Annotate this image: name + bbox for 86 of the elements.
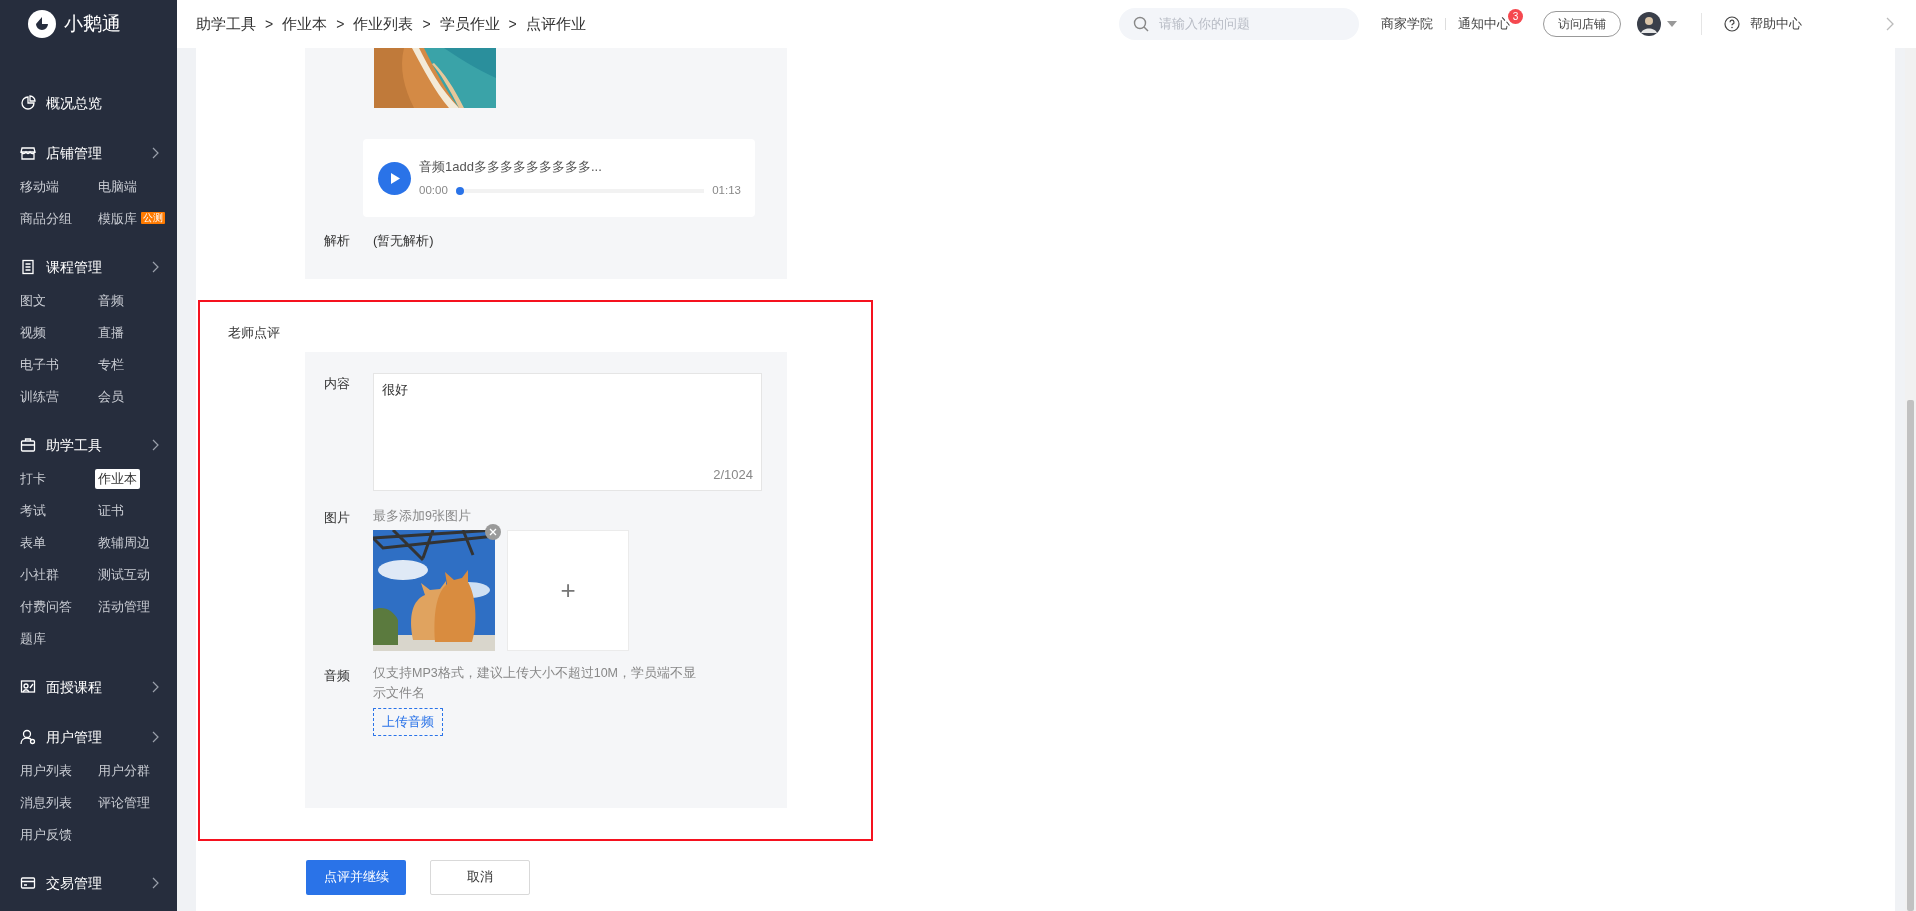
menu-item[interactable]: 教辅周边 [95,532,153,554]
submit-button[interactable]: 点评并继续 [306,859,406,895]
breadcrumb-link[interactable]: 作业列表 [353,12,414,36]
menu-item[interactable]: 用户分群 [95,760,153,782]
cancel-button[interactable]: 取消 [430,859,530,895]
menu-item[interactable]: 打卡 [17,468,49,490]
image-hint: 最多添加9张图片 [373,508,472,526]
menu-group[interactable]: 助学工具 [0,427,177,463]
menu-item[interactable]: 用户列表 [17,760,75,782]
menu-item[interactable]: 作业本 [95,468,140,490]
avatar-menu[interactable] [1637,12,1677,36]
menu-item[interactable]: 小社群 [17,564,62,586]
breadcrumb-link[interactable]: 作业本 [282,12,328,36]
remove-icon[interactable] [485,524,501,541]
logo-text: 小鹅通 [64,11,121,36]
briefcase-icon [20,437,36,453]
avatar-icon [1637,12,1661,36]
menu-item[interactable]: 电子书 [17,354,62,376]
menu-item[interactable]: 证书 [95,500,127,522]
progress-track[interactable] [455,186,705,195]
menu-item[interactable]: 消息列表 [17,792,75,814]
breadcrumb-link[interactable]: 学员作业 [439,12,500,36]
menu-item[interactable]: 表单 [17,532,49,554]
menu-item[interactable]: 用户反馈 [17,824,75,846]
menu-group[interactable]: 面授课程 [0,669,177,705]
breadcrumb-separator: > [422,14,431,34]
field-label: 音频 [324,667,351,686]
play-icon [388,171,401,185]
breadcrumb-link[interactable]: 助学工具 [196,12,256,36]
comment-box[interactable]: 很好 2/1024 [373,373,762,492]
upload-audio-button[interactable]: 上传音频 [373,708,443,737]
header-link[interactable]: 商家学院 [1381,14,1433,34]
logo-icon [28,10,56,38]
progress-thumb[interactable] [455,186,464,195]
pie-chart-icon [20,95,36,111]
menu-item[interactable]: 视频 [17,322,49,344]
menu-item[interactable]: 直播 [95,322,127,344]
play-button[interactable] [378,161,411,195]
scrollbar[interactable] [1905,48,1916,911]
menu-item[interactable]: 训练营 [17,386,62,408]
menu-item[interactable]: 活动管理 [95,596,153,618]
notification-badge: 3 [1508,8,1523,24]
menu-item[interactable]: 移动端 [17,176,62,198]
menu-group[interactable]: 店铺管理 [0,135,177,171]
menu-item[interactable]: 商品分组 [17,208,75,230]
audio-title: 音频1add多多多多多多多多多... [419,157,603,176]
search-icon [1133,16,1149,32]
menu-item[interactable]: 考试 [17,500,49,522]
audio-hint: 仅支持MP3格式，建议上传大小不超过10M，学员端不显示文件名 [373,665,698,703]
user-icon [20,729,36,745]
field-label: 解析 [324,232,351,250]
breadcrumb-link[interactable]: 点评作业 [525,12,586,36]
menu-group[interactable]: 用户管理 [0,719,177,755]
menu-item[interactable]: 音频 [95,290,127,312]
menu-item[interactable]: 图文 [17,290,49,312]
field-label: 内容 [324,375,351,394]
menu-group[interactable]: 交易管理 [0,865,177,901]
menu-group[interactable]: 课程管理 [0,249,177,285]
add-image-button[interactable]: + [507,530,629,652]
help-icon[interactable] [1724,16,1740,32]
field-label: 图片 [324,509,351,528]
breadcrumb-separator: > [508,14,517,34]
visit-store-button[interactable]: 访问店铺 [1543,11,1621,37]
breadcrumb-separator: > [336,14,345,34]
store-icon [20,145,36,161]
menu-item[interactable]: 评论管理 [95,792,153,814]
menu-item[interactable]: 题库 [17,628,49,650]
beta-badge: 公测 [141,212,165,224]
menu-item[interactable]: 会员 [95,386,127,408]
header-link[interactable]: 通知中心 [1458,14,1510,34]
analysis-text: (暂无解析) [373,232,434,250]
menu-item[interactable]: 付费问答 [17,596,75,618]
document-icon [20,259,36,275]
menu-group[interactable]: 概况总览 [0,85,177,121]
menu-item[interactable]: 专栏 [95,354,127,376]
menu-item[interactable]: 模版库 [95,208,140,230]
duration: 01:13 [712,183,741,199]
current-time: 00:00 [419,183,448,199]
caret-icon [1667,21,1677,27]
help-center-link[interactable]: 帮助中心 [1750,14,1802,34]
card-icon [20,875,36,891]
menu-item[interactable]: 电脑端 [95,176,140,198]
section-title: 老师点评 [228,324,281,342]
menu-item[interactable]: 测试互动 [95,564,153,586]
easel-icon [20,679,36,695]
breadcrumb-separator: > [265,14,274,34]
